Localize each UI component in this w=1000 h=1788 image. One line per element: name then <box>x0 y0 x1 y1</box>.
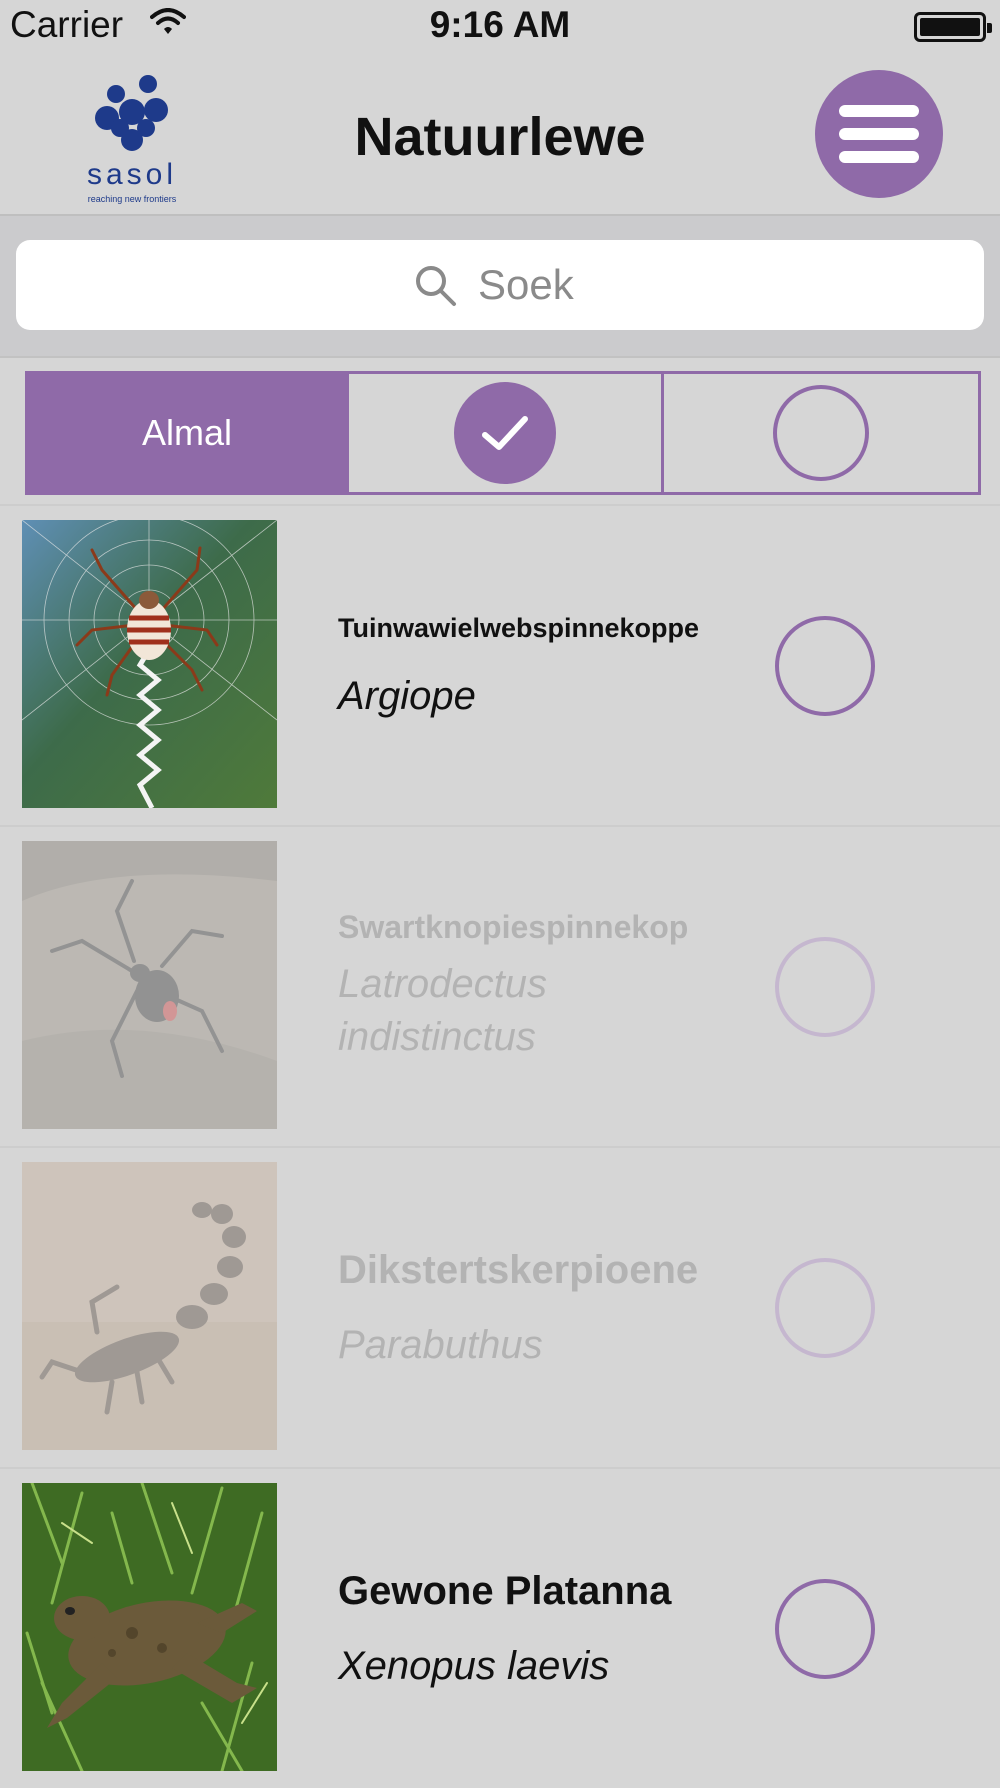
species-common-name: Gewone Platanna <box>338 1568 672 1613</box>
menu-button[interactable] <box>815 70 943 198</box>
search-field[interactable] <box>16 240 984 330</box>
check-icon <box>454 382 556 484</box>
empty-circle-icon <box>773 385 869 481</box>
status-time: 9:16 AM <box>429 4 571 45</box>
species-image-spider-on-web <box>22 520 277 808</box>
filter-all-label: Almal <box>141 412 233 453</box>
navigation-bar: sasol reaching new frontiers Natuurlewe <box>0 56 1000 216</box>
list-item[interactable]: Dikstertskerpioene Parabuthus <box>0 1146 1000 1467</box>
list-item[interactable]: Gewone Platanna Xenopus laevis <box>0 1467 1000 1788</box>
filter-unchecked-tab[interactable] <box>664 374 978 492</box>
list-item[interactable]: Swartknopiespinnekop Latrodectus indisti… <box>0 825 1000 1146</box>
search-icon <box>416 266 456 306</box>
species-common-name: Dikstertskerpioene <box>338 1247 699 1292</box>
mark-seen-toggle[interactable] <box>775 1579 875 1679</box>
species-scientific-name: Latrodectus indistinctus <box>338 962 548 1059</box>
mark-seen-toggle[interactable] <box>775 1258 875 1358</box>
logo-tagline: reaching new frontiers <box>87 194 177 204</box>
status-bar: Carrier 9:16 AM <box>0 0 1000 56</box>
filter-checked-tab[interactable] <box>346 374 664 492</box>
mark-seen-toggle[interactable] <box>775 616 875 716</box>
species-scientific-name: Parabuthus <box>338 1322 543 1367</box>
search-bar-container <box>0 216 1000 358</box>
filter-all-tab[interactable]: Almal <box>28 374 346 492</box>
battery-icon <box>914 12 992 42</box>
species-common-name: Swartknopiespinnekop <box>338 909 689 945</box>
filter-segmented-control: Almal <box>25 371 981 495</box>
mark-seen-toggle[interactable] <box>775 937 875 1037</box>
list-item[interactable]: Tuinwawielwebspinnekoppe Argiope <box>0 504 1000 825</box>
search-input[interactable] <box>478 261 588 309</box>
species-image-frog-in-grass <box>22 1483 277 1771</box>
species-scientific-name: Argiope <box>338 673 476 718</box>
species-common-name: Tuinwawielwebspinnekoppe <box>338 612 700 643</box>
species-image-scorpion <box>22 1162 277 1450</box>
species-list: Tuinwawielwebspinnekoppe Argiope Swartkn… <box>0 504 1000 1788</box>
species-scientific-name: Xenopus laevis <box>338 1643 610 1688</box>
species-image-black-widow-spider <box>22 841 277 1129</box>
